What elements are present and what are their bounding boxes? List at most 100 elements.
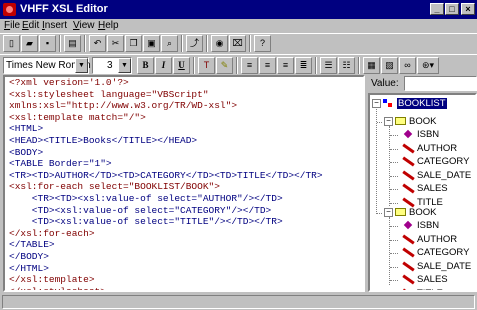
element-icon	[402, 288, 415, 290]
code-line: <HTML>	[9, 123, 44, 135]
link-icon[interactable]: ∞	[399, 57, 416, 74]
undo-icon[interactable]: ↶	[89, 35, 106, 52]
code-line: <HEAD><TITLE>Books</TITLE></HEAD>	[9, 134, 198, 146]
code-line: <TR><TD>AUTHOR</TD><TD>CATEGORY</TD><TD>…	[9, 169, 323, 181]
xml-tree-view[interactable]: − BOOKLIST − BOOK ISBN AUTHOR CATEGORY SALE…	[368, 93, 477, 292]
save-icon[interactable]: ▪	[39, 35, 56, 52]
find-icon[interactable]: ⌕	[161, 35, 178, 52]
align-center-icon[interactable]: ≡	[259, 57, 276, 74]
xsl-code-editor[interactable]: <?xml version='1.0'?> <xsl:stylesheet lan…	[3, 75, 365, 292]
tree-node-label: AUTHOR	[417, 142, 458, 154]
tree-line	[390, 226, 398, 227]
italic-button[interactable]: I	[155, 57, 172, 74]
title-bar[interactable]: VHFF XSL Editor _ □ ×	[0, 0, 477, 19]
code-line: <TABLE Border="1">	[9, 158, 112, 170]
tree-node-label: CATEGORY	[417, 156, 470, 167]
maximize-button[interactable]: □	[445, 3, 459, 15]
open-folder-icon[interactable]: ▰	[21, 35, 38, 52]
tree-line	[390, 135, 398, 136]
copy-icon[interactable]: ❐	[125, 35, 142, 52]
tree-node-label: BOOK	[409, 207, 437, 218]
toolbar-separator	[236, 57, 238, 74]
menu-edit[interactable]: Edit	[22, 20, 39, 31]
paste-icon[interactable]: ▣	[143, 35, 160, 52]
tree-node-label: ISBN	[417, 129, 440, 140]
numbered-list-icon[interactable]: ☰	[320, 57, 337, 74]
browse-icon[interactable]: ◉	[211, 35, 228, 52]
close-button[interactable]: ×	[461, 3, 475, 15]
element-icon	[402, 156, 415, 167]
bold-button[interactable]: B	[137, 57, 154, 74]
toolbar-separator	[206, 35, 208, 52]
collapse-toggle[interactable]: −	[384, 208, 393, 217]
code-line: </xsl:template>	[9, 274, 95, 286]
format-toolbar: Times New Roman ▼ 3 ▼ B I U T ✎ ≡ ≡ ≡ ≣ …	[0, 54, 477, 76]
text-color-icon[interactable]: T	[198, 57, 215, 74]
help-icon[interactable]: ?	[254, 35, 271, 52]
tree-line	[377, 122, 382, 123]
table-icon[interactable]: ▦	[363, 57, 380, 74]
value-input[interactable]	[404, 76, 477, 91]
collapse-toggle[interactable]: −	[384, 117, 393, 126]
menu-file[interactable]: File	[4, 20, 20, 31]
element-icon	[402, 261, 415, 271]
toolbar-separator	[84, 35, 86, 52]
code-line: <TD><xsl:value-of select="CATEGORY"/></T…	[9, 204, 272, 216]
element-icon	[402, 274, 415, 285]
tree-node-label: AUTHOR	[417, 233, 458, 245]
app-icon[interactable]	[3, 3, 16, 16]
tree-node-label: ISBN	[417, 220, 440, 231]
tree-node-label: SALE_DATE	[417, 260, 472, 272]
tree-node-label: SALES	[417, 274, 448, 285]
attribute-icon	[403, 129, 413, 139]
code-line: <TR><TD><xsl:value-of select="AUTHOR"/><…	[9, 192, 283, 204]
tree-node-label: CATEGORY	[417, 247, 470, 258]
toolbar-separator	[315, 57, 317, 74]
print-icon[interactable]: ▤	[64, 35, 81, 52]
highlight-icon[interactable]: ✎	[216, 57, 233, 74]
code-line: </xsl:stylesheet>	[9, 285, 106, 292]
code-line: <TD><xsl:value-of select="TITLE"/></TD><…	[9, 216, 283, 228]
menu-bar: File Edit Insert View Help	[0, 19, 477, 33]
new-file-icon[interactable]: ▯	[3, 35, 20, 52]
collapse-toggle[interactable]: −	[372, 99, 381, 108]
code-line: <?xml version='1.0'?>	[9, 77, 129, 88]
chevron-down-icon[interactable]: ▼	[118, 58, 131, 73]
element-icon	[402, 234, 415, 244]
tree-node-label: TITLE	[417, 196, 443, 208]
app-window: VHFF XSL Editor _ □ × File Edit Insert V…	[0, 0, 477, 310]
bullet-list-icon[interactable]: ☷	[338, 57, 355, 74]
minimize-button[interactable]: _	[430, 3, 444, 15]
element-icon	[402, 143, 415, 153]
justify-icon[interactable]: ≣	[295, 57, 312, 74]
code-line: <xsl:for-each select="BOOKLIST/BOOK">	[9, 181, 220, 193]
toolbar-separator	[193, 57, 195, 74]
image-icon[interactable]: ▨	[381, 57, 398, 74]
menu-insert[interactable]: Insert	[42, 20, 67, 31]
chevron-down-icon[interactable]: ▼	[75, 58, 88, 73]
preview-icon[interactable]: ⌧	[229, 35, 246, 52]
attribute-icon	[403, 220, 413, 230]
tree-node-label: BOOK	[409, 116, 437, 127]
element-icon	[402, 183, 415, 194]
align-left-icon[interactable]: ≡	[241, 57, 258, 74]
code-line: </HTML>	[9, 262, 49, 274]
element-icon	[402, 247, 415, 258]
toolbar-separator	[181, 35, 183, 52]
main-toolbar: ▯ ▰ ▪ ▤ ↶ ✂ ❐ ▣ ⌕ ⤴ ◉ ⌧ ?	[0, 33, 477, 53]
align-right-icon[interactable]: ≡	[277, 57, 294, 74]
window-title: VHFF XSL Editor	[20, 3, 108, 15]
underline-button[interactable]: U	[173, 57, 190, 74]
more-options-icon[interactable]: ⊛▾	[417, 57, 439, 74]
font-size-select[interactable]: 3 ▼	[92, 57, 132, 74]
tree-line	[390, 280, 398, 281]
menu-view[interactable]: View	[73, 20, 95, 31]
menu-help[interactable]: Help	[98, 20, 119, 31]
tree-line	[390, 202, 398, 204]
cut-icon[interactable]: ✂	[107, 35, 124, 52]
transform-icon[interactable]: ⤴	[186, 35, 203, 52]
toolbar-separator	[249, 35, 251, 52]
font-name-select[interactable]: Times New Roman ▼	[3, 57, 91, 74]
root-node-icon	[383, 99, 393, 108]
tree-line	[390, 253, 398, 254]
